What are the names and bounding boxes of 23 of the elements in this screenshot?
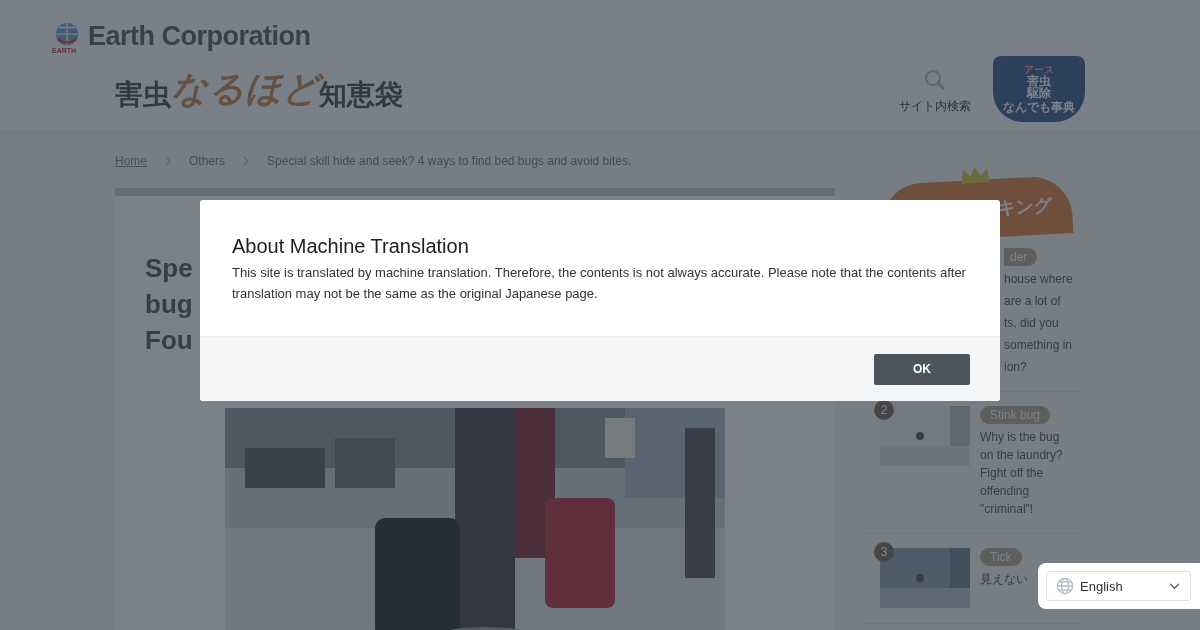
language-select[interactable]: English — [1046, 571, 1191, 601]
article-link-text[interactable]: are a lot of — [1004, 292, 1082, 310]
dialog-title: About Machine Translation — [232, 235, 470, 258]
article-link-text[interactable]: ts, did you — [1004, 314, 1082, 332]
article-title: bug — [145, 288, 193, 321]
ok-button[interactable]: OK — [874, 353, 970, 385]
article-link-text[interactable]: something in — [1004, 336, 1082, 354]
site-logo[interactable]: 害虫なるほど知恵袋 — [115, 64, 403, 114]
encyclopedia-badge[interactable]: アース 害虫 駆除 なんでも事典 — [993, 56, 1085, 122]
article-title: Spe — [145, 252, 193, 285]
rank-number: 3 — [874, 542, 894, 562]
article-title: Fou — [145, 324, 193, 357]
company-name: Earth Corporation — [88, 20, 311, 52]
dialog-message: This site is translated by machine translation. Therefore, the contents is not always accurate. Please note that the contents after translation may not be the same as the original Japanese page. — [232, 264, 967, 303]
article-link-text[interactable]: Why is the bug on the laundry? Fight off the offending "criminal"! — [980, 428, 1075, 518]
article-link-text[interactable]: ion? — [1004, 358, 1082, 376]
site-search-link[interactable]: サイト内検索 — [899, 67, 971, 115]
article-link-text[interactable]: 見えない — [980, 570, 1028, 588]
search-icon — [923, 67, 947, 92]
crown-icon — [959, 165, 991, 185]
chevron-down-icon — [1169, 582, 1180, 590]
article-link-text[interactable]: house where — [1004, 270, 1082, 288]
globe-icon — [1056, 577, 1074, 595]
